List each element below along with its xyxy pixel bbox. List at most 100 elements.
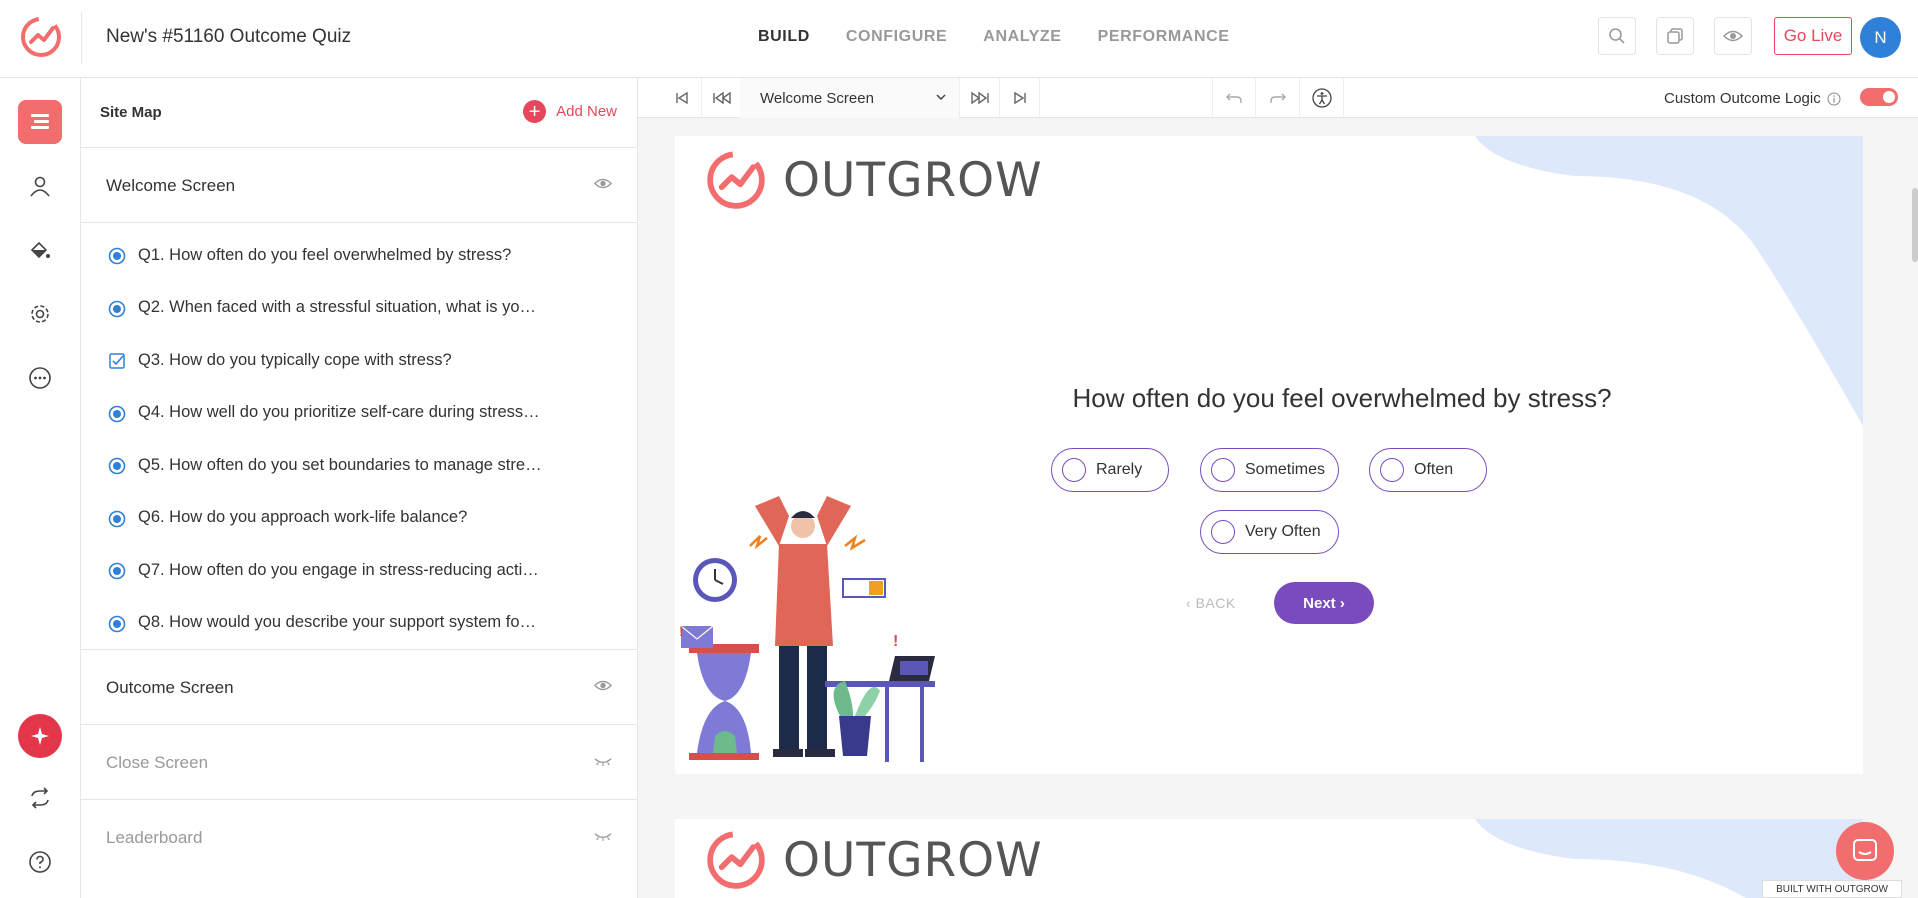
option-label: Rarely [1096, 461, 1143, 478]
chevron-right-icon: › [1335, 594, 1345, 612]
question-label: Q5. How often do you set boundaries to m… [138, 455, 542, 474]
info-icon[interactable] [1827, 92, 1841, 106]
custom-outcome-toggle[interactable] [1860, 88, 1898, 106]
search-icon [1609, 28, 1625, 44]
left-rail [0, 78, 81, 898]
rail-settings-button[interactable] [18, 292, 62, 336]
list-item-q8[interactable]: Q8. How would you describe your support … [81, 597, 637, 650]
list-item-q6[interactable]: Q6. How do you approach work-life balanc… [81, 492, 637, 545]
built-with-badge[interactable]: BUILT WITH OUTGROW [1762, 880, 1902, 898]
preview-canvas: OUTGROW How often do you feel overwhelme… [675, 136, 1863, 774]
close-screen-label: Close Screen [106, 753, 209, 772]
welcome-screen-item[interactable]: Welcome Screen [81, 148, 637, 223]
outgrow-logo-icon [707, 831, 765, 889]
option-label: Often [1414, 461, 1454, 478]
scrollbar-thumb[interactable] [1912, 188, 1918, 262]
svg-text:!: ! [679, 623, 684, 639]
brand-logo: OUTGROW [703, 827, 1043, 893]
list-item-q2[interactable]: Q2. When faced with a stressful situatio… [81, 282, 637, 335]
next-screen-button[interactable] [960, 78, 1000, 118]
user-avatar[interactable]: N [1860, 17, 1901, 58]
tab-configure[interactable]: CONFIGURE [846, 28, 947, 46]
back-button[interactable]: ‹ BACK [1186, 595, 1236, 611]
help-icon [29, 851, 51, 873]
question-label: Q2. When faced with a stressful situatio… [138, 298, 537, 317]
nav-tabs: BUILD CONFIGURE ANALYZE PERFORMANCE [758, 28, 1266, 46]
undo-icon [1226, 93, 1242, 103]
tab-performance[interactable]: PERFORMANCE [1098, 28, 1230, 46]
toggle-knob [1883, 91, 1895, 103]
preview-button[interactable] [1714, 17, 1752, 55]
rail-build-button[interactable] [18, 100, 62, 144]
list-item-q4[interactable]: Q4. How well do you prioritize self-care… [81, 387, 637, 440]
layers-icon [31, 114, 49, 129]
accessibility-icon [1311, 88, 1332, 108]
rail-design-button[interactable] [18, 228, 62, 272]
header-divider [81, 12, 82, 64]
radio-question-icon [108, 405, 126, 422]
svg-text:!: ! [893, 633, 898, 650]
go-live-button[interactable]: Go Live [1774, 17, 1852, 55]
list-item-q5[interactable]: Q5. How often do you set boundaries to m… [81, 439, 637, 492]
radio-icon [1211, 520, 1235, 544]
duplicate-button[interactable] [1656, 17, 1694, 55]
site-map-header: Site Map + Add New [81, 78, 637, 148]
rail-ai-button[interactable] [18, 714, 62, 758]
search-button[interactable] [1598, 17, 1636, 55]
eye-off-icon[interactable] [594, 754, 612, 767]
radio-question-icon [108, 510, 126, 527]
plus-icon: + [523, 100, 547, 123]
option-rarely[interactable]: Rarely [1051, 448, 1169, 492]
back-label: BACK [1195, 595, 1236, 611]
checkbox-question-icon [109, 353, 125, 369]
option-sometimes[interactable]: Sometimes [1200, 448, 1339, 492]
redo-button[interactable] [1256, 78, 1300, 118]
accessibility-button[interactable] [1300, 78, 1344, 118]
question-label: Q4. How well do you prioritize self-care… [138, 403, 540, 422]
add-new-button[interactable]: + Add New [523, 100, 617, 123]
rail-more-button[interactable] [18, 356, 62, 400]
option-label: Very Often [1245, 523, 1321, 540]
fast-forward-icon [970, 91, 989, 105]
radio-question-icon [108, 247, 126, 265]
eye-off-icon[interactable] [594, 829, 612, 842]
tab-analyze[interactable]: ANALYZE [983, 28, 1061, 46]
next-button[interactable]: Next › [1274, 582, 1374, 624]
option-often[interactable]: Often [1369, 448, 1487, 492]
outcome-screen-item[interactable]: Outcome Screen [81, 650, 637, 725]
close-screen-item[interactable]: Close Screen [81, 725, 637, 800]
rail-help-button[interactable] [18, 840, 62, 884]
last-screen-button[interactable] [1000, 78, 1040, 118]
copy-icon [1667, 28, 1683, 44]
screen-select-dropdown[interactable]: Welcome Screen [740, 78, 960, 118]
chat-button[interactable] [1836, 822, 1894, 880]
more-icon [29, 367, 51, 389]
eye-icon[interactable] [594, 679, 612, 692]
sparkle-icon [31, 727, 49, 745]
previous-screen-button[interactable] [702, 78, 742, 118]
undo-button[interactable] [1212, 78, 1256, 118]
skip-first-icon [675, 91, 688, 105]
question-label: Q3. How do you typically cope with stres… [138, 350, 452, 369]
outgrow-logo-icon[interactable] [18, 14, 64, 60]
list-item-q7[interactable]: Q7. How often do you engage in stress-re… [81, 544, 637, 597]
eye-icon[interactable] [594, 177, 612, 190]
app-title[interactable]: New's #51160 Outcome Quiz [106, 26, 351, 48]
brand-name: OUTGROW [783, 152, 1043, 208]
question-label: Q6. How do you approach work-life balanc… [138, 508, 468, 527]
rewind-icon [712, 91, 731, 105]
first-screen-button[interactable] [662, 78, 702, 118]
tab-build[interactable]: BUILD [758, 28, 810, 46]
list-item-q1[interactable]: Q1. How often do you feel overwhelmed by… [81, 229, 637, 282]
editor-area: Welcome Screen Custom Outcome Logic OUTG… [638, 78, 1918, 898]
radio-question-icon [108, 300, 126, 317]
rail-user-button[interactable] [18, 164, 62, 208]
list-item-q3[interactable]: Q3. How do you typically cope with stres… [81, 334, 637, 387]
leaderboard-item[interactable]: Leaderboard [81, 800, 637, 875]
radio-icon [1211, 458, 1235, 482]
rail-sync-button[interactable] [18, 776, 62, 820]
next-label: Next [1303, 594, 1336, 612]
outgrow-logo-icon [707, 151, 765, 209]
option-very-often[interactable]: Very Often [1200, 510, 1339, 554]
redo-icon [1269, 93, 1286, 103]
